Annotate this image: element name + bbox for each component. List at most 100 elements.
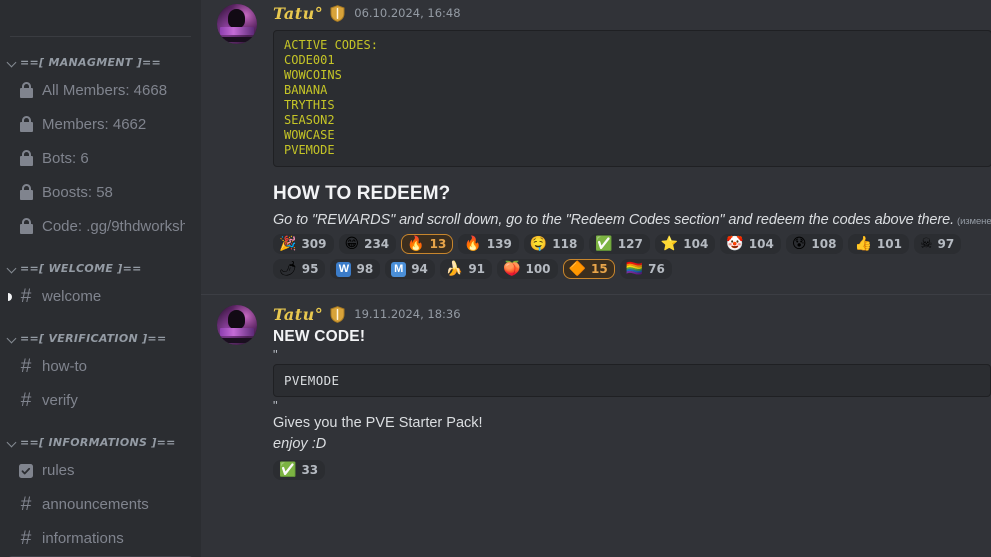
reaction-clown-face[interactable]: 🤡 104 xyxy=(720,234,781,254)
inline-code-block: PVEMODE xyxy=(273,364,991,397)
reaction-count: 13 xyxy=(429,237,447,251)
clown-face-icon: 🤡 xyxy=(726,236,744,252)
reaction-diamond-sparkle[interactable]: 🔶 15 xyxy=(562,259,615,279)
channel-category[interactable]: ==[ INFORMATIONS ]== xyxy=(0,431,201,453)
channel-name: informations xyxy=(42,530,124,547)
reaction-skull-crossbones[interactable]: ☠ 97 xyxy=(913,234,962,254)
message-author[interactable]: Tatu° xyxy=(273,305,323,324)
reaction-drooling-face[interactable]: 🤤 118 xyxy=(523,234,585,254)
shield-badge-icon[interactable] xyxy=(330,305,345,323)
sidebar-item-boosts-58[interactable]: Boosts: 58 xyxy=(8,176,193,209)
reaction-rainbow-flag[interactable]: 🏳️‍🌈 76 xyxy=(619,259,672,279)
message-line-1: Gives you the PVE Starter Pack! xyxy=(273,415,483,431)
channel-name: Members: 4662 xyxy=(42,116,147,133)
chevron-down-icon xyxy=(6,56,18,68)
reaction-count: 101 xyxy=(876,237,902,251)
reaction-letter-m-emoji[interactable]: M 94 xyxy=(385,259,435,279)
star-icon: ⭐ xyxy=(660,236,679,252)
sidebar-item-verify[interactable]: # verify xyxy=(8,384,193,417)
chevron-down-icon xyxy=(6,262,18,274)
quote-mark-close: " xyxy=(273,398,278,413)
reaction-count: 234 xyxy=(364,237,390,251)
channel-name: Bots: 6 xyxy=(42,150,89,167)
sidebar-item-informations[interactable]: # informations xyxy=(8,522,193,555)
sidebar-item-how-to[interactable]: # how-to xyxy=(8,350,193,383)
lock-icon xyxy=(16,183,36,203)
unread-indicator xyxy=(8,292,12,301)
reaction-thumbs-up[interactable]: 👍 101 xyxy=(848,234,909,254)
channel-sidebar[interactable]: ==[ MANAGMENT ]== All Members: 4668 Member… xyxy=(0,0,201,557)
reaction-bar: ✅ 33 xyxy=(273,460,991,485)
category-label: ==[ VERIFICATION ]== xyxy=(20,331,167,345)
category-label: ==[ MANAGMENT ]== xyxy=(20,55,162,69)
channel-name: verify xyxy=(42,392,78,409)
sidebar-item-all-members-4668[interactable]: All Members: 4668 xyxy=(8,74,193,107)
message-heading: HOW TO REDEEM? xyxy=(273,183,451,204)
letter-m-emoji-icon: M xyxy=(391,261,407,277)
reaction-banana[interactable]: 🍌 91 xyxy=(439,259,493,279)
reaction-fire[interactable]: 🔥 13 xyxy=(401,234,454,254)
channel-name: Boosts: 58 xyxy=(42,184,113,201)
message-header: Tatu° 06.10.2024, 16:48 xyxy=(273,2,991,24)
sidebar-item-code-gg-9thdworkshop[interactable]: Code: .gg/9thdworkshop xyxy=(8,210,193,243)
reaction-star[interactable]: ⭐ 104 xyxy=(654,234,716,254)
message-instructions: Go to "REWARDS" and scroll down, go to t… xyxy=(273,212,991,228)
fire-icon: 🔥 xyxy=(464,236,482,252)
reaction-letter-w-emoji[interactable]: W 98 xyxy=(330,259,381,279)
rules-checkbox-icon xyxy=(16,461,36,481)
sidebar-item-announcements[interactable]: # announcements xyxy=(8,488,193,521)
sidebar-item-welcome[interactable]: # welcome xyxy=(8,280,193,313)
check-mark-icon: ✅ xyxy=(595,236,613,252)
reaction-hot-pepper[interactable]: 🌶 95 xyxy=(273,259,326,279)
letter-w-emoji-icon: W xyxy=(336,261,352,277)
hash-icon: # xyxy=(20,494,32,515)
sidebar-item-rules[interactable]: rules xyxy=(8,454,193,487)
channel-category[interactable]: ==[ VERIFICATION ]== xyxy=(0,327,201,349)
reaction-fire[interactable]: 🔥 139 xyxy=(458,234,519,254)
reaction-count: 33 xyxy=(301,463,319,477)
reaction-count: 118 xyxy=(552,237,578,251)
channel-category[interactable]: ==[ MANAGMENT ]== xyxy=(0,51,201,73)
hash-icon: # xyxy=(20,356,32,377)
reaction-check-mark[interactable]: ✅ 127 xyxy=(589,234,650,254)
reaction-anxious-face[interactable]: 😰 108 xyxy=(785,234,844,254)
code-block: ACTIVE CODES: CODE001 WOWCOINS BANANA TR… xyxy=(273,30,991,167)
sidebar-divider xyxy=(10,36,191,37)
avatar[interactable] xyxy=(217,4,257,44)
check-mark-icon: ✅ xyxy=(279,462,297,478)
message[interactable]: Tatu° 19.11.2024, 18:36 NEW CODE! " PVEMODE "… xyxy=(201,294,991,485)
grinning-face-icon: 😁 xyxy=(344,236,360,252)
message-list[interactable]: Tatu° 06.10.2024, 16:48 ACTIVE CODES: CODE… xyxy=(201,0,991,557)
lock-icon xyxy=(16,149,36,169)
channel-category[interactable]: ==[ WELCOME ]== xyxy=(0,257,201,279)
lock-icon xyxy=(16,217,36,237)
reaction-check-mark[interactable]: ✅ 33 xyxy=(273,460,326,480)
message-timestamp: 19.11.2024, 18:36 xyxy=(354,307,461,321)
reaction-count: 15 xyxy=(590,262,608,276)
peach-icon: 🍑 xyxy=(503,261,521,277)
fire-icon: 🔥 xyxy=(407,236,425,252)
message[interactable]: Tatu° 06.10.2024, 16:48 ACTIVE CODES: CODE… xyxy=(201,0,991,284)
reaction-peach[interactable]: 🍑 100 xyxy=(497,259,558,279)
channel-name: how-to xyxy=(42,358,88,375)
discord-window: ==[ MANAGMENT ]== All Members: 4668 Member… xyxy=(0,0,991,557)
lock-icon xyxy=(16,115,36,135)
reaction-count: 127 xyxy=(617,237,643,251)
reaction-count: 104 xyxy=(683,237,709,251)
message-author[interactable]: Tatu° xyxy=(273,4,323,23)
quote-mark-open: " xyxy=(273,347,278,362)
banana-icon: 🍌 xyxy=(445,261,464,277)
skull-crossbones-icon: ☠ xyxy=(919,236,933,252)
reaction-count: 91 xyxy=(468,262,486,276)
channel-name: rules xyxy=(42,462,75,479)
sidebar-item-bots-6[interactable]: Bots: 6 xyxy=(8,142,193,175)
instructions-text: Go to "REWARDS" and scroll down, go to t… xyxy=(273,212,955,228)
lock-icon xyxy=(16,81,36,101)
sidebar-item-members-4662[interactable]: Members: 4662 xyxy=(8,108,193,141)
reaction-grinning-face[interactable]: 😁 234 xyxy=(338,234,397,254)
avatar[interactable] xyxy=(217,305,257,345)
reaction-count: 76 xyxy=(648,262,665,276)
reaction-party-popper[interactable]: 🎉 309 xyxy=(273,234,334,254)
edited-label: (изменено) xyxy=(957,216,991,227)
shield-badge-icon[interactable] xyxy=(330,4,345,22)
